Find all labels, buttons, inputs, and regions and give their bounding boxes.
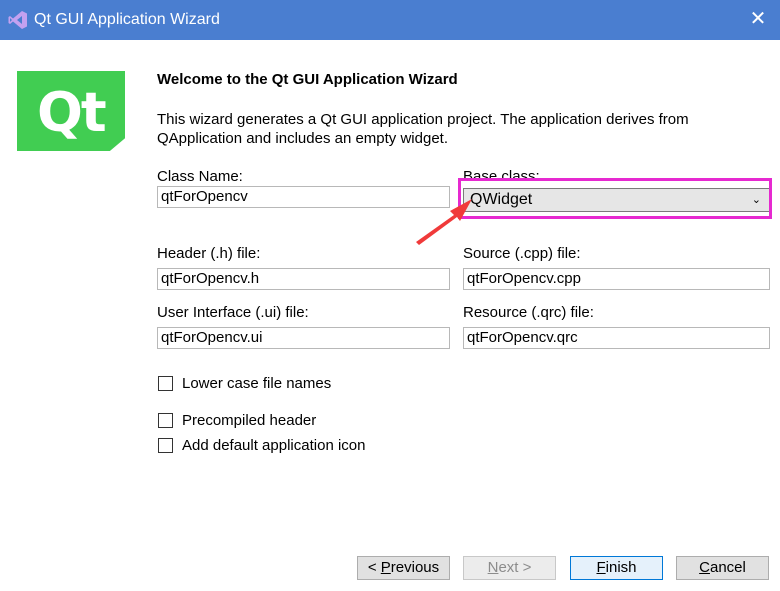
lower-case-label[interactable]: Lower case file names [182,375,331,392]
chevron-down-icon: ⌄ [751,194,761,206]
wizard-description: This wizard generates a Qt GUI applicati… [157,111,689,147]
class-name-label: Class Name: [157,168,243,185]
previous-mnemonic: P [380,559,391,576]
cancel-mnemonic: C [699,559,710,576]
page-heading: Welcome to the Qt GUI Application Wizard [157,71,458,88]
next-text: ext > [498,559,532,576]
previous-prefix: < [367,559,381,576]
precompiled-header-label[interactable]: Precompiled header [182,412,316,429]
header-file-label: Header (.h) file: [157,245,261,262]
finish-button[interactable]: Finish [570,556,663,580]
window-title: Qt GUI Application Wizard [34,11,220,28]
qt-logo: Qt [17,71,125,151]
default-icon-checkbox[interactable] [158,438,173,453]
finish-text: inish [605,559,637,576]
next-mnemonic: N [487,559,499,576]
resource-file-label: Resource (.qrc) file: [463,304,594,321]
precompiled-header-checkbox[interactable] [158,413,173,428]
previous-button[interactable]: < Previous [357,556,450,580]
visual-studio-icon [8,11,27,29]
base-class-select[interactable]: QWidget ⌄ [463,188,770,212]
qt-logo-text: Qt [37,81,107,144]
cancel-text: ancel [709,559,746,576]
source-file-input[interactable]: qtForOpencv.cpp [463,268,770,290]
cancel-button[interactable]: Cancel [676,556,769,580]
ui-file-input[interactable]: qtForOpencv.ui [157,327,450,349]
resource-file-input[interactable]: qtForOpencv.qrc [463,327,770,349]
next-button[interactable]: Next > [463,556,556,580]
base-class-label: Base class: [463,168,540,185]
close-icon[interactable]: ✕ [748,8,768,30]
lower-case-checkbox[interactable] [158,376,173,391]
header-file-input[interactable]: qtForOpencv.h [157,268,450,290]
default-icon-label[interactable]: Add default application icon [182,437,365,454]
ui-file-label: User Interface (.ui) file: [157,304,309,321]
class-name-input[interactable]: qtForOpencv [157,186,450,208]
source-file-label: Source (.cpp) file: [463,245,581,262]
title-bar: Qt GUI Application Wizard ✕ [0,0,780,40]
annotation-arrow-icon [416,199,472,245]
previous-text: revious [390,559,440,576]
finish-mnemonic: F [596,559,606,576]
